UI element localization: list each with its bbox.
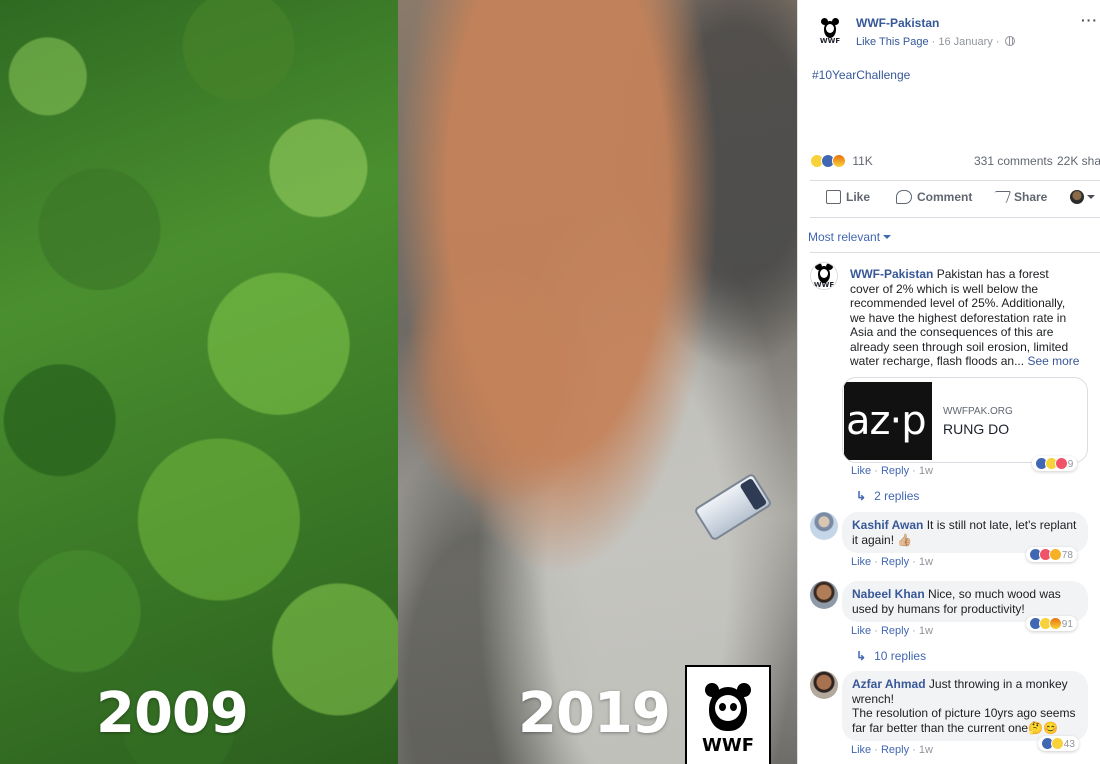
comment-meta: Like · Reply · 1w <box>851 744 933 756</box>
link-domain: WWFPAK.ORG <box>943 406 1013 417</box>
comment-reactions[interactable]: 91 <box>1026 616 1077 631</box>
divider <box>810 252 1100 253</box>
comment-button-label: Comment <box>917 190 973 204</box>
comment-like-link[interactable]: Like <box>851 556 871 568</box>
wwf-avatar-text: WWF <box>819 36 841 45</box>
like-button[interactable]: Like <box>826 190 870 204</box>
comment-sort-label: Most relevant <box>808 230 881 244</box>
reply-arrow-icon: ↳ <box>856 489 867 503</box>
commenter-avatar[interactable] <box>810 512 838 540</box>
panda-logo-icon <box>820 17 840 38</box>
year-label-2019: 2019 <box>518 681 671 746</box>
reaction-icons[interactable] <box>810 154 846 168</box>
replies-count: 10 replies <box>874 649 927 663</box>
page-name-link[interactable]: WWF-Pakistan <box>856 16 939 30</box>
year-label-2009: 2009 <box>96 681 249 746</box>
panda-logo-icon <box>701 681 755 733</box>
identity-selector[interactable] <box>1070 190 1095 204</box>
view-replies-link[interactable]: ↳ 10 replies <box>856 649 926 663</box>
comment-age[interactable]: 1w <box>919 465 933 477</box>
divider <box>810 180 1100 181</box>
comment-like-link[interactable]: Like <box>851 744 871 756</box>
comment-reaction-count: 9 <box>1067 459 1074 470</box>
comment-author[interactable]: Kashif Awan <box>852 518 923 532</box>
comment-like-link[interactable]: Like <box>851 625 871 637</box>
see-more-link[interactable]: See more <box>1027 354 1079 368</box>
comment-reply-link[interactable]: Reply <box>881 744 909 756</box>
link-preview-card[interactable]: az·p WWFPAK.ORG RUNG DO <box>842 377 1088 463</box>
shares-count-link[interactable]: 22K shares <box>1057 154 1100 168</box>
comment-meta: Like · Reply · 1w <box>851 625 933 637</box>
reaction-summary: 11K 331 comments 22K shares <box>810 154 1100 172</box>
post-side-panel: WWF WWF-Pakistan Like This Page · 16 Jan… <box>797 0 1100 764</box>
comment-bubble: WWF-Pakistan Pakistan has a forest cover… <box>842 262 1088 374</box>
separator: · <box>931 36 936 48</box>
share-button-label: Share <box>1014 190 1048 204</box>
comment-age[interactable]: 1w <box>919 556 933 568</box>
page-avatar[interactable]: WWF <box>813 14 847 48</box>
comment-reactions[interactable]: 78 <box>1026 547 1077 562</box>
comment-reaction-count: 91 <box>1061 619 1073 630</box>
globe-icon <box>1004 36 1015 46</box>
comments-count-link[interactable]: 331 comments <box>974 154 1053 168</box>
post-subtitle: Like This Page · 16 January · <box>856 36 1015 48</box>
forest-image-2009 <box>0 0 398 764</box>
commenter-avatar[interactable] <box>810 671 838 699</box>
comment-bubble: Azfar Ahmad Just throwing in a monkey wr… <box>842 671 1088 741</box>
comment-reactions[interactable]: 43 <box>1038 736 1079 751</box>
angry-reaction-icon <box>832 154 846 168</box>
deforested-image-2019 <box>398 0 797 764</box>
like-button-label: Like <box>846 190 871 204</box>
link-thumbnail: az·p <box>844 382 932 460</box>
share-icon <box>990 191 1012 203</box>
replies-count: 2 replies <box>874 489 920 503</box>
more-options-button[interactable]: ··· <box>1081 12 1098 28</box>
divider <box>810 217 1100 218</box>
angry-reaction-icon <box>1049 617 1062 630</box>
comment-icon <box>896 190 912 204</box>
comment-sort-dropdown[interactable]: Most relevant <box>808 230 892 244</box>
view-replies-link[interactable]: ↳ 2 replies <box>856 489 919 503</box>
like-icon <box>826 190 841 204</box>
comment-button[interactable]: Comment <box>896 190 972 204</box>
commenter-avatar[interactable]: WWF <box>810 262 838 290</box>
comment-age[interactable]: 1w <box>919 744 933 756</box>
wwf-brand-text: WWF <box>701 735 754 756</box>
comment-author[interactable]: WWF-Pakistan <box>850 267 933 281</box>
comment-reply-link[interactable]: Reply <box>881 556 909 568</box>
user-avatar <box>1070 190 1084 204</box>
wow-reaction-icon <box>1049 548 1062 561</box>
comment-reaction-count: 78 <box>1061 550 1073 561</box>
comment-meta: Like · Reply · 1w <box>851 465 933 477</box>
comment-reply-link[interactable]: Reply <box>881 625 909 637</box>
comment-reactions[interactable]: 9 <box>1032 456 1078 471</box>
comment-age[interactable]: 1w <box>919 625 933 637</box>
comment-like-link[interactable]: Like <box>851 465 871 477</box>
wwf-avatar-text: WWF <box>813 281 835 289</box>
comment-author[interactable]: Nabeel Khan <box>852 587 925 601</box>
post-photo[interactable]: 2009 2019 WWF <box>0 0 797 764</box>
wwf-watermark-logo: WWF <box>685 665 771 764</box>
comment-reaction-count: 43 <box>1063 739 1075 750</box>
chevron-down-icon <box>1087 195 1095 199</box>
comment-reply-link[interactable]: Reply <box>881 465 909 477</box>
chevron-down-icon <box>883 235 892 239</box>
post-date[interactable]: 16 January <box>938 36 992 48</box>
commenter-avatar[interactable] <box>810 581 838 609</box>
reaction-count[interactable]: 11K <box>852 154 872 168</box>
panda-logo-icon <box>814 263 834 283</box>
like-page-link[interactable]: Like This Page <box>856 36 929 48</box>
separator: · <box>995 36 1000 48</box>
hashtag-link[interactable]: #10YearChallenge <box>812 68 910 82</box>
reply-arrow-icon: ↳ <box>856 649 867 663</box>
share-button[interactable]: Share <box>990 190 1048 204</box>
comment-meta: Like · Reply · 1w <box>851 556 933 568</box>
post-action-bar: Like Comment Share <box>798 188 1100 210</box>
comment-text: Pakistan has a forest cover of 2% which … <box>850 267 1069 368</box>
link-title: RUNG DO <box>943 421 1010 437</box>
love-reaction-icon <box>1055 457 1068 470</box>
comment-author[interactable]: Azfar Ahmad <box>852 677 926 691</box>
comment-text: The resolution of picture 10yrs ago seem… <box>852 706 1076 735</box>
haha-reaction-icon <box>1051 737 1064 750</box>
